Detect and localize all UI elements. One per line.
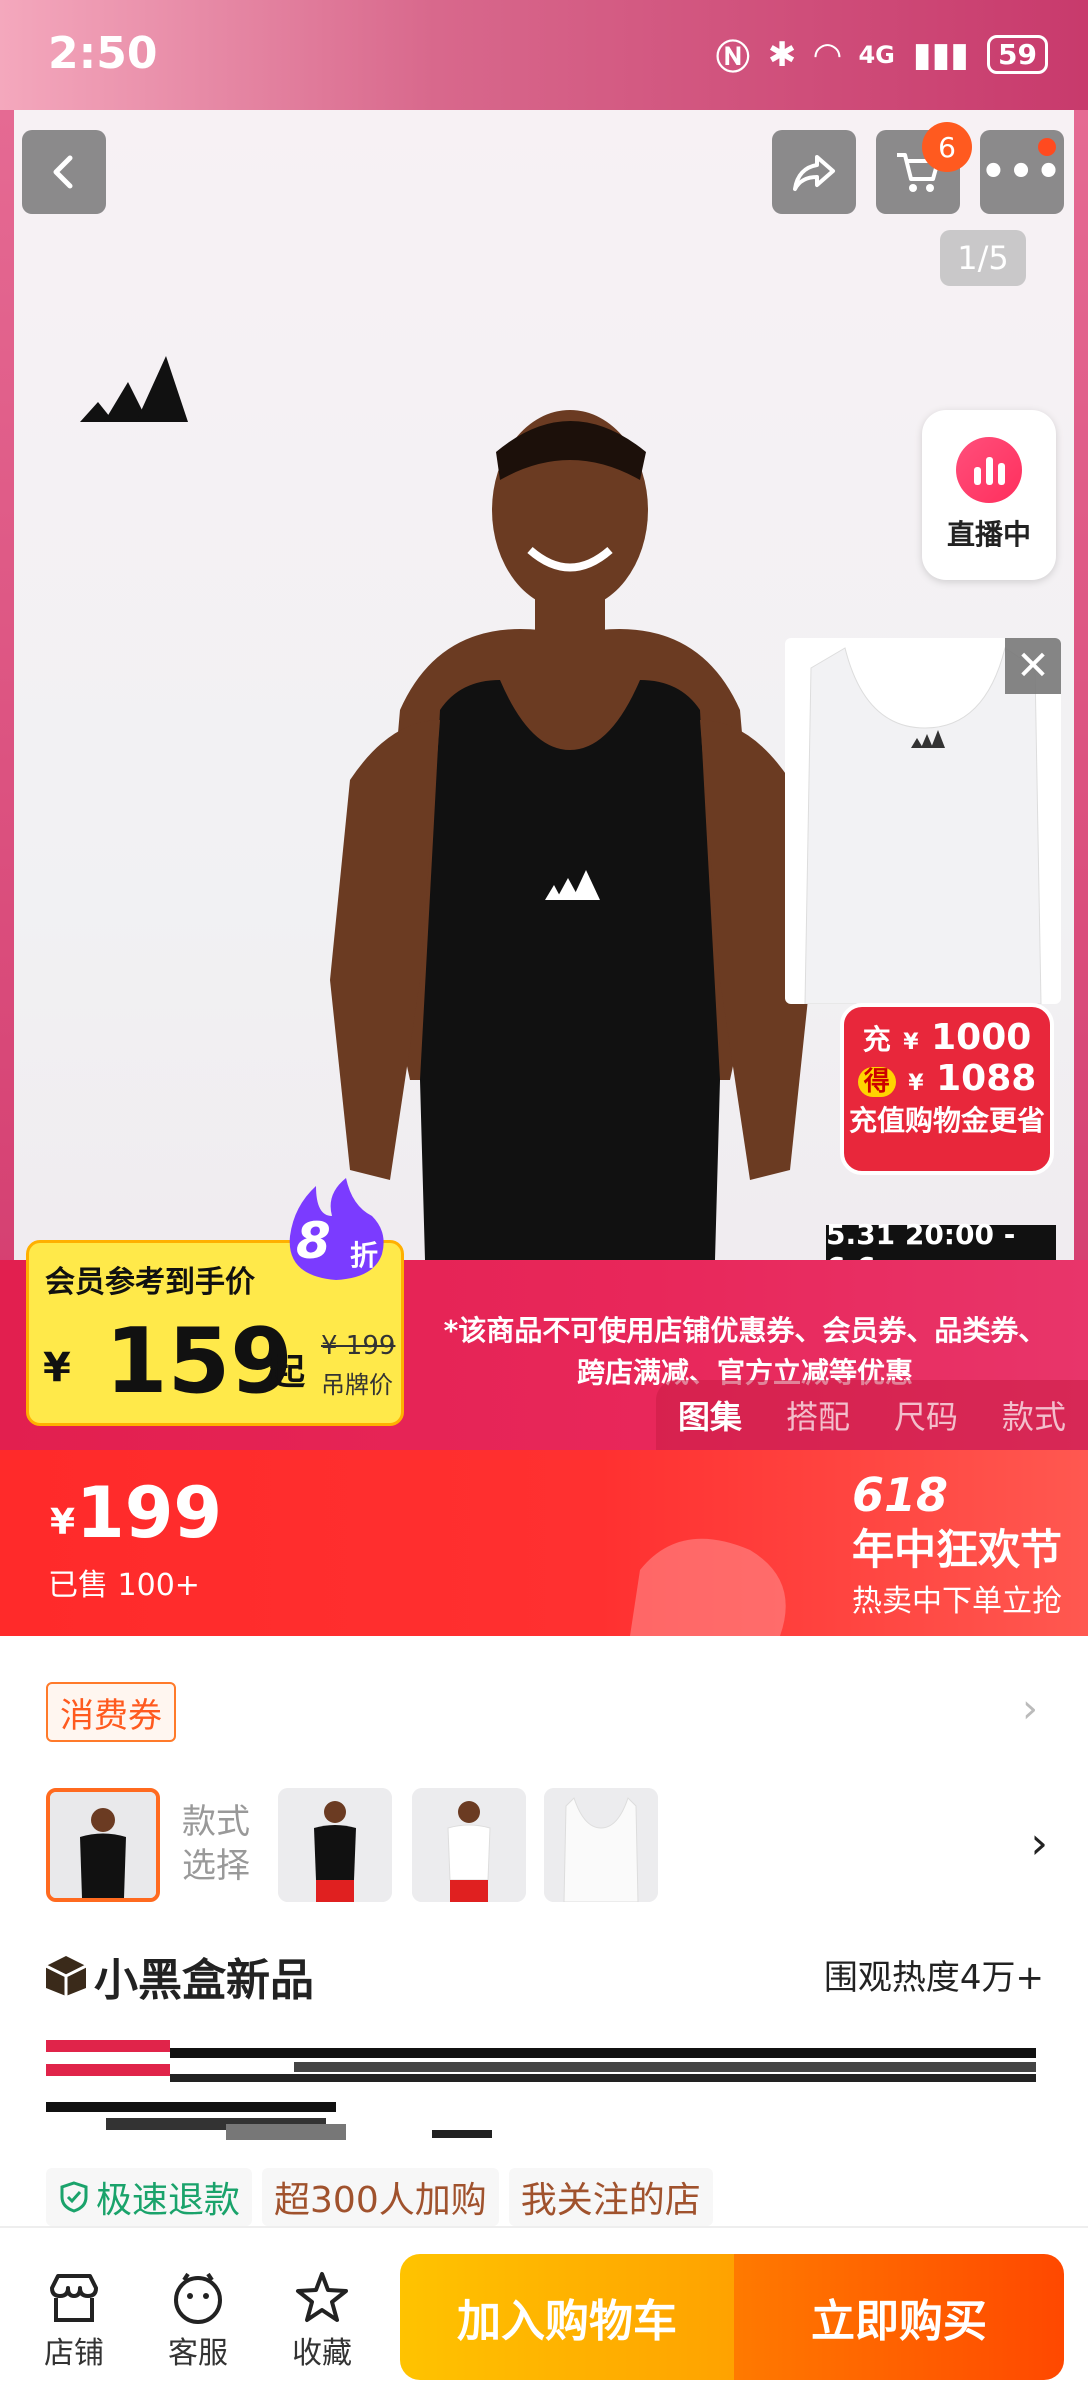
service-tags: 极速退款 超300人加购 我关注的店 — [46, 2168, 713, 2226]
favorite-nav-button[interactable]: 收藏 — [272, 2268, 372, 2372]
style-thumb-image — [50, 1792, 156, 1898]
notification-dot — [1038, 138, 1056, 156]
followed-shop-tag: 我关注的店 — [508, 2168, 713, 2226]
sold-count: 已售 100+ — [48, 1568, 200, 1603]
style-thumb-image — [278, 1788, 392, 1902]
shop-nav-button[interactable]: 店铺 — [24, 2268, 124, 2372]
style-thumb-4[interactable] — [544, 1788, 658, 1902]
style-more-chevron-icon[interactable]: › — [1030, 1818, 1048, 1869]
adidas-logo — [80, 356, 188, 422]
shield-check-icon — [60, 2181, 88, 2213]
fast-refund-tag: 极速退款 — [46, 2168, 253, 2226]
promo-note-line1: *该商品不可使用店铺优惠券、会员券、品类券、 — [443, 1314, 1047, 1347]
video-preview-window[interactable]: ✕ — [785, 638, 1061, 1004]
share-button[interactable] — [772, 130, 856, 214]
recharge-promo-card[interactable]: 充 ¥ 1000 得 ¥ 1088 充值购物金更省 — [840, 1003, 1054, 1175]
event-title: 年中狂欢节 — [851, 1525, 1062, 1574]
get-yen: ¥ — [908, 1071, 924, 1096]
service-icon — [168, 2268, 228, 2328]
event-subtitle: 热卖中下单立抢 — [852, 1584, 1062, 1619]
style-thumb-3[interactable] — [412, 1788, 526, 1902]
close-icon: ✕ — [1016, 643, 1050, 689]
bottom-action-bar: 店铺 客服 收藏 加入购物车 立即购买 — [0, 2226, 1088, 2402]
image-counter: 1/5 — [940, 230, 1026, 286]
recharge-prefix: 充 — [862, 1023, 891, 1056]
back-button[interactable] — [22, 130, 106, 214]
price-banner: ¥ 199 已售 100+ 618 年中狂欢节 热卖中下单立抢 — [0, 1450, 1088, 1636]
discount-unit: 折 — [350, 1239, 379, 1272]
style-select-label: 款式选择 — [182, 1802, 250, 1886]
live-stream-button[interactable]: 直播中 — [922, 410, 1056, 580]
member-price-value: 159 — [105, 1309, 293, 1414]
heat-count: 围观热度4万+ — [823, 1958, 1044, 1998]
nfc-icon: Ⓝ — [715, 38, 750, 78]
recharge-footer: 充值购物金更省 — [848, 1104, 1045, 1137]
cart-count-tag: 超300人加购 — [262, 2168, 499, 2226]
battery-indicator: 59 — [987, 35, 1048, 74]
cart-count-badge: 6 — [922, 122, 972, 172]
get-amount: 1088 — [936, 1058, 1037, 1099]
status-icons: Ⓝ ✱ ◠ 4G ▮▮▮ 59 — [716, 30, 1048, 79]
style-thumb-image — [412, 1788, 526, 1902]
hero-frame-left — [0, 110, 14, 1440]
tab-style[interactable]: 款式 — [1002, 1392, 1066, 1438]
brand-name: 小黑盒新品 — [94, 1955, 314, 2006]
tab-size[interactable]: 尺码 — [894, 1392, 958, 1438]
status-bar: 2:50 Ⓝ ✱ ◠ 4G ▮▮▮ 59 — [0, 0, 1088, 110]
style-thumb-image — [544, 1788, 658, 1902]
recharge-amount: 1000 — [931, 1017, 1032, 1058]
buy-now-button[interactable]: 立即购买 — [734, 2254, 1064, 2380]
service-nav-button[interactable]: 客服 — [148, 2268, 248, 2372]
live-label: 直播中 — [946, 518, 1031, 551]
gallery-tabs: 图集 搭配 尺码 款式 — [656, 1380, 1088, 1450]
share-icon — [793, 155, 835, 191]
star-icon — [292, 2268, 352, 2328]
brand-row: 小黑盒新品 — [44, 1944, 314, 2008]
member-price-yen: ¥ — [43, 1345, 71, 1391]
recharge-yen: ¥ — [903, 1030, 919, 1055]
service-label: 客服 — [168, 2336, 228, 2371]
original-price: ¥ 199 — [321, 1331, 396, 1361]
tab-outfit[interactable]: 搭配 — [786, 1392, 850, 1438]
bluetooth-icon: ✱ — [767, 34, 797, 75]
member-price-qi: 起 — [269, 1352, 306, 1393]
shop-label: 店铺 — [44, 2336, 104, 2371]
add-to-cart-button[interactable]: 加入购物车 — [400, 2254, 734, 2380]
tab-gallery[interactable]: 图集 — [678, 1392, 742, 1438]
more-icon: ••• — [980, 149, 1064, 195]
discount-flame-badge: 8 折 — [276, 1176, 396, 1284]
event-618-tag: 618 — [851, 1468, 948, 1522]
hero-frame-right — [1074, 110, 1088, 1440]
wifi-icon: ◠ — [814, 34, 841, 75]
network-label: 4G — [858, 40, 895, 69]
price-yen: ¥ — [50, 1502, 76, 1543]
cart-button[interactable]: 6 — [876, 122, 972, 214]
member-price-title: 会员参考到手价 — [45, 1265, 255, 1300]
price-value: 199 — [76, 1472, 223, 1554]
close-preview-button[interactable]: ✕ — [1005, 638, 1061, 694]
original-price-label: 吊牌价 — [321, 1371, 393, 1399]
box-icon — [45, 1956, 87, 1996]
signal-icon: ▮▮▮ — [912, 34, 970, 75]
fast-refund-label: 极速退款 — [96, 2180, 241, 2221]
more-button[interactable]: ••• — [980, 130, 1064, 214]
style-thumb-1[interactable] — [46, 1788, 160, 1902]
shop-icon — [44, 2268, 104, 2328]
product-title-redacted — [46, 2040, 1036, 2140]
coupon-chevron-icon[interactable]: › — [1022, 1686, 1038, 1732]
favorite-label: 收藏 — [292, 2336, 352, 2371]
discount-value: 8 — [296, 1212, 331, 1270]
get-prefix: 得 — [857, 1067, 896, 1097]
status-time: 2:50 — [48, 28, 158, 79]
style-thumb-2[interactable] — [278, 1788, 392, 1902]
back-arrow-icon — [53, 155, 73, 189]
live-icon — [956, 437, 1022, 503]
coupon-tag[interactable]: 消费券 — [46, 1682, 176, 1742]
